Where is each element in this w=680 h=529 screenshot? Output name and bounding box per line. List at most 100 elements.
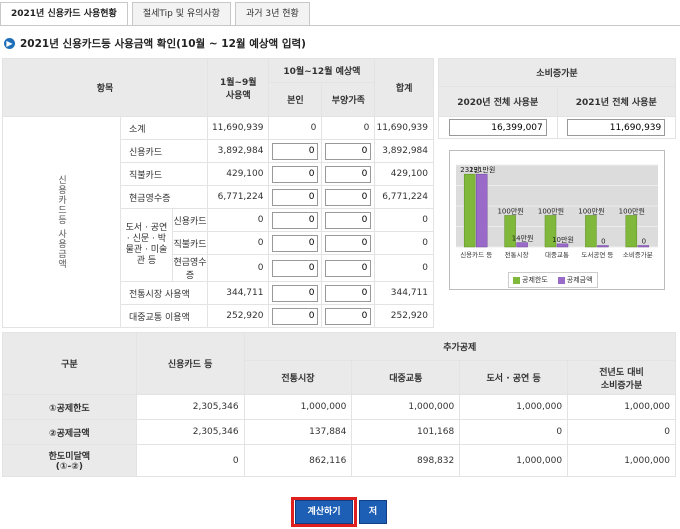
tail-jan-sep: 344,711 xyxy=(207,281,270,305)
input-culture-dependent-cell xyxy=(321,231,376,255)
chart-bar xyxy=(556,243,569,248)
input-tail-self-cell xyxy=(268,304,323,328)
tab-past-3-years[interactable]: 과거 3년 현황 xyxy=(234,2,310,26)
header-total: 합계 xyxy=(374,58,434,117)
input-tail-self[interactable] xyxy=(272,307,319,325)
header-item: 항목 xyxy=(1,58,209,117)
culture-row-label: 신용카드 xyxy=(171,208,209,232)
header-self: 본인 xyxy=(268,82,323,117)
deduction-row-label: ②공제금액 xyxy=(2,419,137,445)
legend-limit-swatch xyxy=(513,276,520,284)
header-transit: 대중교통 xyxy=(351,360,461,395)
chart-data-label: 231만원 xyxy=(469,165,495,174)
input-culture-self-cell xyxy=(268,254,323,282)
header-culture: 도서 · 공연 등 xyxy=(459,360,569,395)
deduction-value: 862,116 xyxy=(243,444,353,477)
chart-bar xyxy=(637,245,650,248)
input-tail-dependent-cell xyxy=(321,304,376,328)
row-dependent: 0 xyxy=(321,116,376,140)
row-total: 429,100 xyxy=(374,162,434,186)
tab-2021-usage[interactable]: 2021년 신용카드 사용현황 xyxy=(0,2,128,26)
chart-category-label: 소비증가분 xyxy=(623,250,653,259)
chart-category-label: 도서공연 등 xyxy=(581,250,613,259)
cell-2020 xyxy=(438,116,558,139)
culture-total: 0 xyxy=(374,208,434,232)
header-2021: 2021년 전체 사용분 xyxy=(556,86,676,117)
input-dependent[interactable] xyxy=(325,165,372,183)
increase-table: 소비증가분 2020년 전체 사용분 2021년 전체 사용분 xyxy=(438,58,676,139)
row-total: 3,892,984 xyxy=(374,139,434,163)
input-self-cell xyxy=(268,185,323,209)
chart-category-label: 전통시장 xyxy=(505,250,529,259)
input-self-cell xyxy=(268,139,323,163)
row-label: 신용카드 xyxy=(119,139,209,163)
usage-table: 항목 1월~9월 사용액 10월~12월 예상액 합계 본인 부양가족 신용카드… xyxy=(1,58,434,328)
row-total: 11,690,939 xyxy=(374,116,434,140)
input-self[interactable] xyxy=(272,142,319,160)
tail-jan-sep: 252,920 xyxy=(207,304,270,328)
culture-group-label: 도서 · 공연 · 신문 · 박물관 · 미술관 등 xyxy=(120,208,173,282)
legend-amount: 공제금액 xyxy=(557,275,593,285)
chart-data-label: 0 xyxy=(601,238,605,246)
input-self[interactable] xyxy=(272,188,319,206)
deduction-value: 1,000,000 xyxy=(567,444,676,477)
input-tail-dependent[interactable] xyxy=(325,284,372,302)
chart-bar xyxy=(516,242,528,248)
input-dependent-cell xyxy=(321,185,376,209)
input-tail-self[interactable] xyxy=(272,284,319,302)
input-culture-self[interactable] xyxy=(272,211,319,229)
input-culture-dependent-cell xyxy=(321,254,376,282)
input-dependent-cell xyxy=(321,139,376,163)
culture-jan-sep: 0 xyxy=(207,254,270,282)
row-total: 6,771,224 xyxy=(374,185,434,209)
deduction-value: 0 xyxy=(135,444,245,477)
input-tail-dependent[interactable] xyxy=(325,307,372,325)
tail-total: 252,920 xyxy=(374,304,434,328)
chart-bar xyxy=(585,215,597,248)
culture-row-label: 현금영수증 xyxy=(171,254,209,282)
chart-category-label: 신용카드 등 xyxy=(460,250,492,259)
input-2020-total[interactable] xyxy=(448,119,547,136)
input-culture-dependent[interactable] xyxy=(325,259,372,277)
chart-bar xyxy=(475,173,488,248)
input-self[interactable] xyxy=(272,165,319,183)
input-self-cell xyxy=(268,162,323,186)
chart-legend: 공제한도 공제금액 xyxy=(508,272,598,288)
input-2021-total[interactable] xyxy=(567,119,666,136)
tail-total: 344,711 xyxy=(374,281,434,305)
input-dependent[interactable] xyxy=(325,142,372,160)
legend-limit: 공제한도 xyxy=(513,275,548,285)
chart-svg: 231만231만원신용카드 등100만원14만원전통시장100만원10만원대중교… xyxy=(456,164,658,259)
input-dependent[interactable] xyxy=(325,188,372,206)
deduction-row-label: ①공제한도 xyxy=(2,394,137,420)
chart-bar xyxy=(597,245,609,248)
calc-button[interactable]: 계산하기 xyxy=(295,500,353,524)
tab-tax-tips[interactable]: 절세Tip 및 유의사항 xyxy=(131,2,231,26)
save-button[interactable]: 저장 xyxy=(359,500,387,524)
chart-category-label: 대중교통 xyxy=(545,251,569,259)
header-jan-sep: 1월~9월 사용액 xyxy=(207,58,270,117)
header-oct-dec: 10월~12월 예상액 xyxy=(268,58,376,83)
chart-data-label: 100만원 xyxy=(538,206,564,215)
row-label: 소계 xyxy=(119,116,209,140)
input-culture-dependent[interactable] xyxy=(325,211,372,229)
increase-title: 소비증가분 xyxy=(438,58,676,87)
header-category: 구분 xyxy=(2,332,137,395)
deduction-value: 2,305,346 xyxy=(135,419,245,445)
deduction-value: 1,000,000 xyxy=(243,394,353,420)
input-culture-self-cell xyxy=(268,208,323,232)
input-tail-self-cell xyxy=(268,281,323,305)
culture-jan-sep: 0 xyxy=(207,208,270,232)
row-jan-sep: 429,100 xyxy=(207,162,270,186)
input-culture-self[interactable] xyxy=(272,259,319,277)
side-category-label: 신용카드등 사용금액 xyxy=(2,116,121,328)
deduction-table: 구분 신용카드 등 추가공제 전통시장 대중교통 도서 · 공연 등 전년도 대… xyxy=(2,332,677,477)
tail-row-label: 대중교통 이용액 xyxy=(119,304,209,328)
row-label: 현금영수증 xyxy=(119,185,209,209)
input-culture-dependent[interactable] xyxy=(325,234,372,252)
legend-amount-label: 공제금액 xyxy=(566,276,593,284)
header-increase: 전년도 대비 소비증가분 xyxy=(567,360,676,395)
input-tail-dependent-cell xyxy=(321,281,376,305)
input-culture-self[interactable] xyxy=(272,234,319,252)
tab-bar: 2021년 신용카드 사용현황 절세Tip 및 유의사항 과거 3년 현황 xyxy=(0,2,314,26)
